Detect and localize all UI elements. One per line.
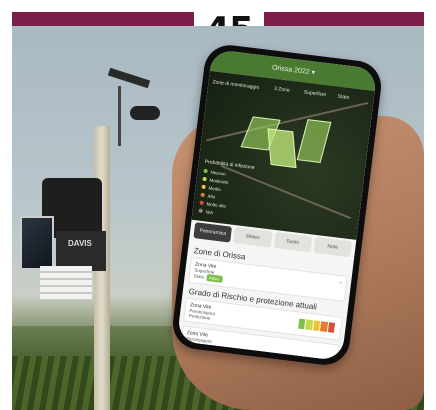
map-stat: 3 Zone [273, 85, 290, 94]
map-stat: Superficie [303, 89, 327, 99]
radiation-shield [40, 266, 92, 300]
map-legend: Probabilità di infezione Nessun Moderato… [198, 159, 255, 221]
wind-vane-icon [107, 67, 151, 89]
anemometer-icon [130, 106, 160, 120]
tab-notes[interactable]: Note [313, 236, 353, 258]
app-title[interactable]: Orissa 2022 ▾ [272, 63, 316, 76]
map-stat: Stato [337, 93, 350, 101]
vineyard-field[interactable] [296, 119, 332, 163]
station-brand: DAVIS [68, 239, 92, 248]
tab-weather[interactable]: Meteo [233, 227, 273, 248]
map-toggle[interactable]: Zone di monitoraggio [212, 79, 259, 91]
map-view[interactable]: Zone di monitoraggio 3 Zone Superficie S… [191, 70, 375, 240]
vineyard-field[interactable] [267, 128, 297, 169]
tab-soil[interactable]: Suolo [273, 231, 313, 253]
content-panel: Zone di Orissa Zona Vite Superficie Stat… [180, 242, 350, 362]
smartphone: Orissa 2022 ▾ Zone di monitoraggio 3 Zon… [170, 42, 384, 368]
photo-scene: DAVIS Orissa 2022 ▾ Zone di monitoraggio… [12, 26, 424, 410]
station-console [56, 231, 106, 271]
chevron-down-icon[interactable]: ⌄ [338, 278, 344, 286]
sensor-mast [118, 86, 121, 146]
solar-panel [20, 216, 54, 270]
phone-screen: Orissa 2022 ▾ Zone di monitoraggio 3 Zon… [176, 48, 378, 362]
status-badge: Attivo [205, 273, 223, 283]
zone-card-line: Stato [193, 273, 205, 280]
tab-overview[interactable]: Panoramica [193, 222, 233, 243]
